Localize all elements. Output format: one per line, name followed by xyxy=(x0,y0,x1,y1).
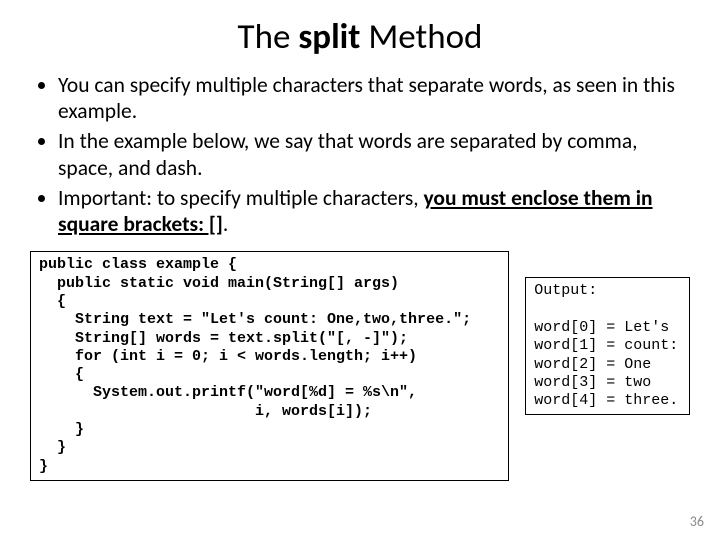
output-box: Output: word[0] = Let's word[1] = count:… xyxy=(525,277,690,415)
bullet-list: You can specify multiple characters that… xyxy=(30,72,690,237)
code-l2: { xyxy=(39,293,66,310)
page-title: The split Method xyxy=(30,16,690,58)
code-l10: } xyxy=(39,439,66,456)
code-l5: for (int i = 0; i < words.length; i++) xyxy=(39,348,417,365)
bullet-3-pre: Important: to specify multiple character… xyxy=(58,185,423,211)
bullet-3: Important: to specify multiple character… xyxy=(58,185,690,237)
code-l9: } xyxy=(39,421,84,438)
output-l1: word[1] = count: xyxy=(534,337,678,354)
output-l2: word[2] = One xyxy=(534,356,651,373)
code-box: public class example { public static voi… xyxy=(30,251,509,481)
bullet-3-post: . xyxy=(223,211,228,237)
code-l3: String text = "Let's count: One,two,thre… xyxy=(39,311,471,328)
bullet-2: In the example below, we say that words … xyxy=(58,128,690,180)
output-header: Output: xyxy=(534,282,597,299)
page-number: 36 xyxy=(690,513,704,530)
title-bold: split xyxy=(298,16,360,58)
slide: The split Method You can specify multipl… xyxy=(0,0,720,540)
code-l1: public static void main(String[] args) xyxy=(39,275,399,292)
code-output-row: public class example { public static voi… xyxy=(30,251,690,481)
code-l4: String[] words = text.split("[, -]"); xyxy=(39,330,408,347)
output-l3: word[3] = two xyxy=(534,374,651,391)
title-pre: The xyxy=(238,16,299,58)
code-l7: System.out.printf("word[%d] = %s\n", xyxy=(39,384,417,401)
title-post: Method xyxy=(360,16,482,58)
code-l8: i, words[i]); xyxy=(39,403,372,420)
code-l0: public class example { xyxy=(39,256,237,273)
output-l4: word[4] = three. xyxy=(534,392,678,409)
code-l11: } xyxy=(39,458,48,475)
bullet-1: You can specify multiple characters that… xyxy=(58,72,690,124)
output-l0: word[0] = Let's xyxy=(534,319,669,336)
code-l6: { xyxy=(39,366,84,383)
